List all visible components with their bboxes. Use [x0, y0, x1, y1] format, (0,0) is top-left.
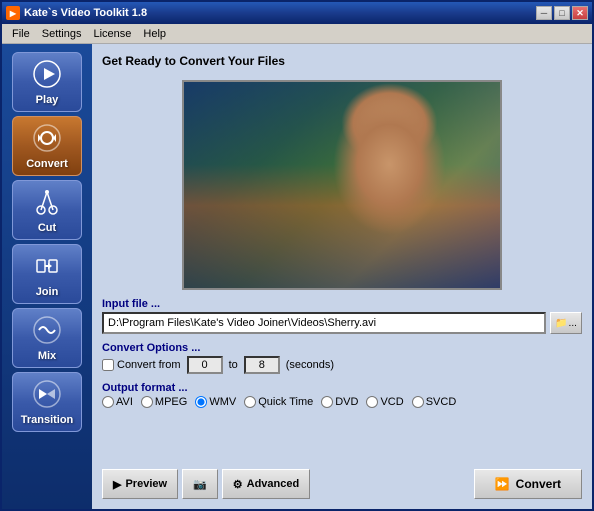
format-row: AVI MPEG WMV Quick Time: [102, 396, 582, 408]
right-panel: Get Ready to Convert Your Files Input fi…: [92, 44, 592, 509]
sidebar-item-cut[interactable]: Cut: [12, 180, 82, 240]
output-format-section: Output format ... AVI MPEG WMV: [102, 382, 582, 408]
format-svcd-label: SVCD: [426, 396, 457, 408]
format-dvd[interactable]: DVD: [321, 396, 358, 408]
sidebar-transition-label: Transition: [21, 414, 74, 426]
video-preview: [182, 80, 502, 290]
sidebar-item-transition[interactable]: Transition: [12, 372, 82, 432]
menu-license[interactable]: License: [87, 26, 137, 42]
format-wmv[interactable]: WMV: [195, 396, 236, 408]
browse-button[interactable]: 📁 ...: [550, 312, 582, 334]
format-avi-label: AVI: [116, 396, 133, 408]
transition-icon: [31, 378, 63, 410]
format-svcd[interactable]: SVCD: [412, 396, 457, 408]
convert-options-section: Convert Options ... Convert from to (sec…: [102, 342, 582, 374]
app-icon: ▶: [6, 6, 20, 20]
convert-icon: [31, 122, 63, 154]
convert-from-checkbox[interactable]: Convert from: [102, 359, 181, 371]
format-vcd-label: VCD: [380, 396, 403, 408]
preview-button[interactable]: ▶ Preview: [102, 469, 178, 499]
convert-button[interactable]: ⏩ Convert: [474, 469, 582, 499]
format-dvd-radio[interactable]: [321, 396, 333, 408]
sidebar-item-join[interactable]: Join: [12, 244, 82, 304]
menu-file[interactable]: File: [6, 26, 36, 42]
snapshot-button[interactable]: 📷: [182, 469, 218, 499]
format-mpeg-label: MPEG: [155, 396, 187, 408]
convert-from-value[interactable]: [187, 356, 223, 374]
format-vcd-radio[interactable]: [366, 396, 378, 408]
window-title: Kate`s Video Toolkit 1.8: [24, 7, 147, 19]
title-controls: ─ □ ✕: [536, 6, 588, 20]
close-button[interactable]: ✕: [572, 6, 588, 20]
sidebar-convert-label: Convert: [26, 158, 68, 170]
title-bar: ▶ Kate`s Video Toolkit 1.8 ─ □ ✕: [2, 2, 592, 24]
format-qt-label: Quick Time: [258, 396, 313, 408]
format-avi-radio[interactable]: [102, 396, 114, 408]
sidebar-item-mix[interactable]: Mix: [12, 308, 82, 368]
mix-icon: [31, 314, 63, 346]
format-vcd[interactable]: VCD: [366, 396, 403, 408]
menu-help[interactable]: Help: [137, 26, 172, 42]
format-avi[interactable]: AVI: [102, 396, 133, 408]
convert-options-label: Convert Options ...: [102, 342, 582, 354]
folder-icon: 📁: [555, 318, 567, 329]
format-dvd-label: DVD: [335, 396, 358, 408]
advanced-button[interactable]: ⚙ Advanced: [222, 469, 310, 499]
format-qt[interactable]: Quick Time: [244, 396, 313, 408]
file-input[interactable]: [102, 312, 546, 334]
output-format-label: Output format ...: [102, 382, 582, 394]
sidebar-play-label: Play: [36, 94, 59, 106]
convert-btn-label: Convert: [516, 477, 561, 491]
advanced-label: Advanced: [247, 478, 300, 490]
input-file-section: Input file ... 📁 ...: [102, 298, 582, 334]
minimize-button[interactable]: ─: [536, 6, 552, 20]
sidebar-join-label: Join: [36, 286, 59, 298]
preview-icon: ▶: [113, 478, 121, 491]
join-icon: [31, 250, 63, 282]
main-window: ▶ Kate`s Video Toolkit 1.8 ─ □ ✕ File Se…: [0, 0, 594, 511]
play-icon: [31, 58, 63, 90]
convert-options-row: Convert from to (seconds): [102, 356, 582, 374]
sidebar: Play Convert: [2, 44, 92, 509]
title-bar-text: ▶ Kate`s Video Toolkit 1.8: [6, 6, 147, 20]
panel-title: Get Ready to Convert Your Files: [102, 54, 582, 68]
sidebar-item-convert[interactable]: Convert: [12, 116, 82, 176]
menu-settings[interactable]: Settings: [36, 26, 88, 42]
format-qt-radio[interactable]: [244, 396, 256, 408]
left-buttons: ▶ Preview 📷 ⚙ Advanced: [102, 469, 310, 499]
sidebar-item-play[interactable]: Play: [12, 52, 82, 112]
sidebar-cut-label: Cut: [38, 222, 56, 234]
menu-bar: File Settings License Help: [2, 24, 592, 44]
camera-icon: 📷: [193, 478, 207, 491]
format-mpeg-radio[interactable]: [141, 396, 153, 408]
convert-btn-icon: ⏩: [495, 477, 510, 491]
format-wmv-radio[interactable]: [195, 396, 207, 408]
convert-from-text: Convert from: [117, 359, 181, 371]
cut-icon: [31, 186, 63, 218]
convert-to-unit: (seconds): [286, 359, 334, 371]
convert-to-value[interactable]: [244, 356, 280, 374]
format-mpeg[interactable]: MPEG: [141, 396, 187, 408]
main-content: Play Convert: [2, 44, 592, 509]
video-overlay: [184, 82, 500, 288]
bottom-row: ▶ Preview 📷 ⚙ Advanced ⏩ Convert: [102, 469, 582, 499]
convert-from-check[interactable]: [102, 359, 114, 371]
maximize-button[interactable]: □: [554, 6, 570, 20]
sidebar-mix-label: Mix: [38, 350, 56, 362]
format-svcd-radio[interactable]: [412, 396, 424, 408]
input-file-label: Input file ...: [102, 298, 582, 310]
input-row: 📁 ...: [102, 312, 582, 334]
format-wmv-label: WMV: [209, 396, 236, 408]
convert-to-text: to: [229, 359, 238, 371]
preview-label: Preview: [125, 478, 167, 490]
browse-label: ...: [569, 318, 577, 329]
advanced-icon: ⚙: [233, 478, 243, 491]
